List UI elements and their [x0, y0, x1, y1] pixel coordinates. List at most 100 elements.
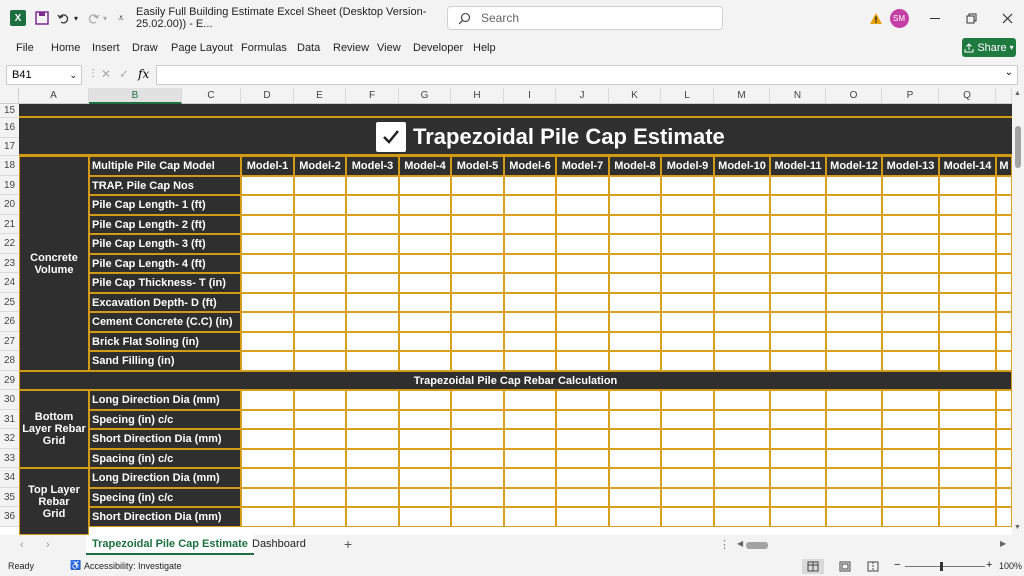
- input-cell[interactable]: [609, 351, 661, 371]
- input-cell[interactable]: [882, 468, 939, 488]
- input-cell[interactable]: [661, 332, 714, 351]
- input-cell[interactable]: [346, 488, 399, 507]
- input-cell[interactable]: [609, 254, 661, 273]
- input-cell[interactable]: [714, 215, 770, 234]
- row-header-26[interactable]: 26: [0, 312, 19, 332]
- tab-file[interactable]: File: [16, 40, 34, 56]
- input-cell[interactable]: [294, 429, 346, 449]
- input-cell[interactable]: [241, 410, 294, 429]
- row-header-19[interactable]: 19: [0, 176, 19, 195]
- input-cell[interactable]: [556, 293, 609, 312]
- column-header-q[interactable]: Q: [939, 88, 996, 104]
- input-cell[interactable]: [399, 449, 451, 468]
- input-cell[interactable]: [504, 488, 556, 507]
- input-cell[interactable]: [826, 215, 882, 234]
- input-cell[interactable]: [241, 488, 294, 507]
- row-header-24[interactable]: 24: [0, 273, 19, 293]
- tab-help[interactable]: Help: [473, 40, 496, 56]
- input-cell[interactable]: [241, 273, 294, 293]
- customize-toolbar-icon[interactable]: ⩡: [116, 0, 126, 36]
- input-cell[interactable]: [996, 312, 1012, 332]
- input-cell[interactable]: [996, 468, 1012, 488]
- row-header-36[interactable]: 36: [0, 507, 19, 527]
- input-cell[interactable]: [996, 195, 1012, 215]
- redo-icon[interactable]: [86, 0, 100, 36]
- vertical-scrollbar[interactable]: ▲ ▼: [1012, 88, 1024, 535]
- input-cell[interactable]: [882, 351, 939, 371]
- input-cell[interactable]: [609, 273, 661, 293]
- input-cell[interactable]: [241, 507, 294, 527]
- input-cell[interactable]: [882, 293, 939, 312]
- zoom-slider-handle[interactable]: [940, 562, 943, 571]
- input-cell[interactable]: [346, 390, 399, 410]
- restore-icon[interactable]: [962, 0, 980, 36]
- name-box[interactable]: B41 ⌄: [6, 65, 82, 85]
- input-cell[interactable]: [826, 507, 882, 527]
- cancel-icon[interactable]: ✕: [101, 67, 111, 81]
- chevron-down-icon[interactable]: ⌄: [69, 66, 77, 84]
- input-cell[interactable]: [399, 468, 451, 488]
- input-cell[interactable]: [882, 390, 939, 410]
- input-cell[interactable]: [826, 176, 882, 195]
- input-cell[interactable]: [996, 429, 1012, 449]
- input-cell[interactable]: [714, 410, 770, 429]
- input-cell[interactable]: [556, 488, 609, 507]
- input-cell[interactable]: [661, 468, 714, 488]
- input-cell[interactable]: [346, 312, 399, 332]
- input-cell[interactable]: [451, 488, 504, 507]
- input-cell[interactable]: [346, 293, 399, 312]
- input-cell[interactable]: [826, 488, 882, 507]
- input-cell[interactable]: [882, 176, 939, 195]
- redo-dropdown-icon[interactable]: ▾: [101, 0, 109, 36]
- input-cell[interactable]: [609, 215, 661, 234]
- input-cell[interactable]: [241, 195, 294, 215]
- input-cell[interactable]: [996, 488, 1012, 507]
- column-header-f[interactable]: F: [346, 88, 399, 104]
- input-cell[interactable]: [399, 410, 451, 429]
- input-cell[interactable]: [939, 449, 996, 468]
- input-cell[interactable]: [609, 488, 661, 507]
- enter-icon[interactable]: ✓: [119, 67, 129, 81]
- input-cell[interactable]: [996, 351, 1012, 371]
- input-cell[interactable]: [661, 312, 714, 332]
- insert-function-icon[interactable]: fx: [138, 67, 149, 81]
- input-cell[interactable]: [770, 176, 826, 195]
- column-header-a[interactable]: A: [19, 88, 89, 104]
- input-cell[interactable]: [399, 390, 451, 410]
- input-cell[interactable]: [504, 429, 556, 449]
- input-cell[interactable]: [714, 176, 770, 195]
- input-cell[interactable]: [346, 254, 399, 273]
- input-cell[interactable]: [399, 176, 451, 195]
- input-cell[interactable]: [451, 312, 504, 332]
- input-cell[interactable]: [241, 468, 294, 488]
- input-cell[interactable]: [504, 351, 556, 371]
- input-cell[interactable]: [609, 234, 661, 254]
- input-cell[interactable]: [294, 273, 346, 293]
- input-cell[interactable]: [556, 273, 609, 293]
- row-header-29[interactable]: 29: [0, 371, 19, 390]
- input-cell[interactable]: [399, 312, 451, 332]
- input-cell[interactable]: [556, 429, 609, 449]
- input-cell[interactable]: [346, 195, 399, 215]
- normal-view-icon[interactable]: [802, 559, 824, 574]
- input-cell[interactable]: [609, 507, 661, 527]
- input-cell[interactable]: [996, 390, 1012, 410]
- input-cell[interactable]: [882, 215, 939, 234]
- input-cell[interactable]: [241, 332, 294, 351]
- tab-insert[interactable]: Insert: [92, 40, 120, 56]
- sheet-tab-dashboard[interactable]: Dashboard: [252, 538, 306, 550]
- input-cell[interactable]: [609, 410, 661, 429]
- input-cell[interactable]: [294, 390, 346, 410]
- vertical-scroll-thumb[interactable]: [1015, 126, 1021, 168]
- input-cell[interactable]: [609, 195, 661, 215]
- input-cell[interactable]: [504, 234, 556, 254]
- input-cell[interactable]: [241, 293, 294, 312]
- row-header-35[interactable]: 35: [0, 488, 19, 507]
- input-cell[interactable]: [996, 332, 1012, 351]
- input-cell[interactable]: [714, 449, 770, 468]
- row-header-18[interactable]: 18: [0, 156, 19, 176]
- input-cell[interactable]: [504, 390, 556, 410]
- input-cell[interactable]: [451, 176, 504, 195]
- input-cell[interactable]: [451, 332, 504, 351]
- input-cell[interactable]: [714, 312, 770, 332]
